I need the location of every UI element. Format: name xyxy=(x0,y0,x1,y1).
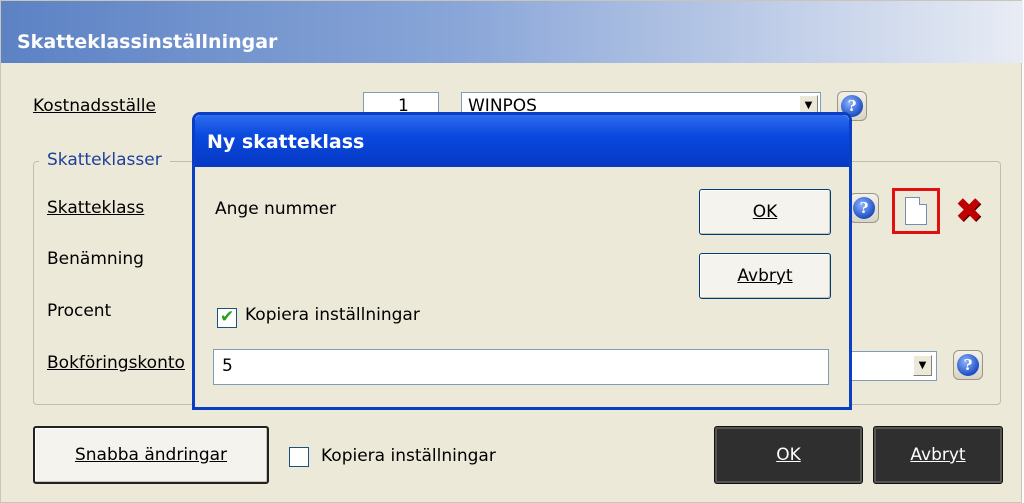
ny-skatteklass-dialog: Ny skatteklass Ange nummer OK Avbryt Kop… xyxy=(192,112,852,410)
bokforingskonto-label: Bokföringskonto xyxy=(47,353,185,373)
kostnadsstalle-label: Kostnadsställe xyxy=(33,96,156,116)
help-icon: ? xyxy=(957,354,979,376)
benamning-label: Benämning xyxy=(47,249,144,269)
chevron-down-icon[interactable]: ▼ xyxy=(913,355,932,376)
main-title: Skatteklassinställningar xyxy=(17,31,278,53)
dialog-kopiera-label: Kopiera inställningar xyxy=(245,305,420,325)
ok-button[interactable]: OK xyxy=(714,426,863,484)
dialog-prompt: Ange nummer xyxy=(215,199,337,219)
bokforingskonto-help-button[interactable]: ? xyxy=(953,350,983,380)
new-skatteklass-button[interactable] xyxy=(892,188,940,234)
new-document-icon xyxy=(905,197,927,225)
dialog-kopiera-checkbox[interactable] xyxy=(217,307,237,328)
dialog-number-input[interactable]: 5 xyxy=(213,349,829,385)
procent-label: Procent xyxy=(47,301,112,321)
skatteklasser-group-label: Skatteklasser xyxy=(39,150,170,170)
skatteklass-label: Skatteklass xyxy=(47,198,145,218)
snabba-andringar-button[interactable]: Snabba ändringar xyxy=(33,426,269,484)
avbryt-button[interactable]: Avbryt xyxy=(873,426,1003,484)
kopiera-label: Kopiera inställningar xyxy=(321,446,496,466)
main-title-bar: Skatteklassinställningar xyxy=(1,1,1023,63)
help-icon: ? xyxy=(853,197,875,219)
skatteklass-help-button[interactable]: ? xyxy=(849,193,879,223)
delete-icon[interactable]: ✖ xyxy=(949,191,989,231)
dialog-title: Ny skatteklass xyxy=(207,131,365,153)
dialog-ok-button[interactable]: OK xyxy=(699,189,831,235)
kopiera-checkbox[interactable] xyxy=(289,447,309,467)
dialog-title-bar: Ny skatteklass xyxy=(195,115,849,167)
bokforingskonto-combo[interactable]: ▼ xyxy=(841,351,937,381)
dialog-avbryt-button[interactable]: Avbryt xyxy=(699,253,831,299)
